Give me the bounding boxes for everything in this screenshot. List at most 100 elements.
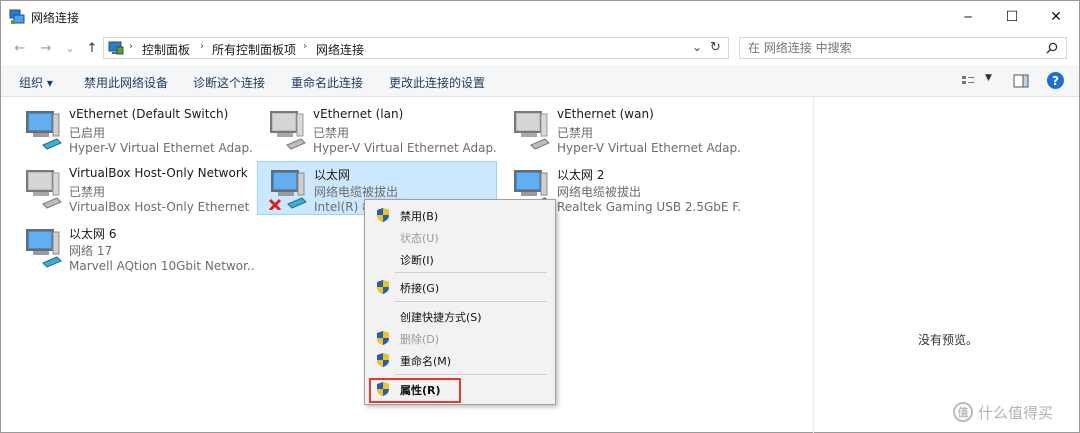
menu-item-label: 重命名(M) <box>400 355 452 368</box>
menu-separator <box>395 272 547 273</box>
menu-item-label: 桥接(G) <box>400 282 440 295</box>
menu-item-label: 创建快捷方式(S) <box>400 311 482 324</box>
watermark-logo: 值 <box>953 402 973 422</box>
menu-item-create-shortcut[interactable]: 创建快捷方式(S) <box>367 305 553 327</box>
menu-item-label: 禁用(B) <box>400 210 439 223</box>
close-button[interactable]: ✕ <box>1033 1 1079 33</box>
search-icon[interactable] <box>1046 42 1058 54</box>
connection-device: Hyper-V Virtual Ethernet Adap... <box>557 141 742 155</box>
connection-name: vEthernet (wan) <box>557 107 654 121</box>
window-title: 网络连接 <box>31 11 80 25</box>
menu-separator <box>395 301 547 302</box>
menu-item-label: 状态(U) <box>400 232 439 245</box>
network-adapter-disabled-icon <box>270 111 306 150</box>
menu-item-label: 删除(D) <box>400 333 440 346</box>
view-options-icon[interactable] <box>961 74 975 88</box>
connection-name: 以太网 <box>314 168 351 182</box>
connection-name: vEthernet (lan) <box>313 107 404 121</box>
connection-item-vethernet-default-switch[interactable]: vEthernet (Default Switch) 已启用 Hyper-V V… <box>13 103 254 157</box>
uac-shield-icon <box>377 331 389 345</box>
menu-separator <box>395 374 547 375</box>
maximize-button[interactable]: ☐ <box>989 1 1035 33</box>
address-bar[interactable]: › 控制面板 › 所有控制面板项 › 网络连接 ⌄ ↻ <box>103 37 729 59</box>
forward-button[interactable]: → <box>37 39 55 57</box>
up-arrow-icon: ↑ <box>86 40 98 56</box>
chevron-down-icon: ⌄ <box>65 41 75 55</box>
network-adapter-disabled-icon <box>514 111 550 150</box>
help-icon[interactable]: ? <box>1047 72 1064 89</box>
title-bar[interactable]: 网络连接 ─ ☐ ✕ <box>1 1 1079 33</box>
connection-name: 以太网 6 <box>69 227 117 241</box>
network-adapter-disabled-icon <box>26 170 62 209</box>
properties-highlight-box <box>369 378 461 403</box>
connection-device: Hyper-V Virtual Ethernet Adap... <box>69 141 254 155</box>
watermark-text: 什么值得买 <box>978 403 1054 422</box>
organize-menu[interactable]: 组织 ▾ <box>19 74 53 91</box>
watermark: 值 什么值得买 <box>953 401 1073 423</box>
connection-status: 网络电缆被拔出 <box>557 185 642 199</box>
uac-shield-icon <box>377 353 389 367</box>
connection-status: 已启用 <box>69 126 106 140</box>
context-menu: 禁用(B) 状态(U) 诊断(I) 桥接(G) 创建快捷方式(S) 删除(D) … <box>364 199 556 405</box>
menu-item-delete[interactable]: 删除(D) <box>367 327 553 349</box>
menu-item-bridge[interactable]: 桥接(G) <box>367 276 553 298</box>
connection-device: Realtek Gaming USB 2.5GbE F... <box>557 200 742 214</box>
menu-item-label: 诊断(I) <box>400 254 434 267</box>
breadcrumb-network-connections[interactable]: 网络连接 <box>316 41 364 58</box>
breadcrumb-separator[interactable]: › <box>200 41 204 52</box>
forward-arrow-icon: → <box>40 40 52 56</box>
connection-device: Hyper-V Virtual Ethernet Adap... <box>313 141 498 155</box>
preview-pane-icon[interactable] <box>1013 74 1029 88</box>
connection-item-virtualbox-host-only[interactable]: VirtualBox Host-Only Network 已禁用 Virtual… <box>13 162 254 216</box>
uac-shield-icon <box>377 280 389 294</box>
view-dropdown-icon[interactable]: ▼ <box>985 73 992 83</box>
network-connections-icon <box>9 9 25 24</box>
menu-item-rename[interactable]: 重命名(M) <box>367 349 553 371</box>
back-button[interactable]: ← <box>11 39 29 57</box>
connection-name: 以太网 2 <box>557 168 605 182</box>
menu-item-diagnose[interactable]: 诊断(I) <box>367 248 553 270</box>
preview-pane: 没有预览。 <box>813 97 1079 433</box>
breadcrumb-control-panel[interactable]: 控制面板 <box>142 41 190 58</box>
rename-button[interactable]: 重命名此连接 <box>291 74 363 91</box>
network-adapter-icon <box>26 229 62 268</box>
maximize-icon: ☐ <box>1005 9 1019 25</box>
control-panel-icon <box>108 41 124 55</box>
back-arrow-icon: ← <box>14 40 26 56</box>
connection-item-vethernet-lan[interactable]: vEthernet (lan) 已禁用 Hyper-V Virtual Ethe… <box>257 103 498 157</box>
connection-device: VirtualBox Host-Only Ethernet ... <box>69 200 254 214</box>
menu-item-status[interactable]: 状态(U) <box>367 226 553 248</box>
minimize-icon: ─ <box>964 10 972 24</box>
minimize-button[interactable]: ─ <box>945 1 991 33</box>
connection-status: 已禁用 <box>313 126 350 140</box>
breadcrumb-separator[interactable]: › <box>303 41 307 52</box>
breadcrumb-separator: › <box>129 41 133 52</box>
connection-status: 已禁用 <box>557 126 594 140</box>
command-bar: 组织 ▾ 禁用此网络设备 诊断这个连接 重命名此连接 更改此连接的设置 ▼ ? <box>1 65 1079 97</box>
connection-item-ethernet-6[interactable]: 以太网 6 网络 17 Marvell AQtion 10Gbit Networ… <box>13 221 254 275</box>
connection-status: 网络电缆被拔出 <box>314 185 399 199</box>
uac-shield-icon <box>377 208 389 222</box>
search-box[interactable] <box>739 37 1067 59</box>
search-input[interactable] <box>748 40 1038 56</box>
disable-device-button[interactable]: 禁用此网络设备 <box>84 74 168 91</box>
connection-device: Marvell AQtion 10Gbit Networ... <box>69 259 254 273</box>
connection-name: VirtualBox Host-Only Network <box>69 166 248 180</box>
recent-locations-button[interactable]: ⌄ <box>61 39 79 57</box>
connection-name: vEthernet (Default Switch) <box>69 107 229 121</box>
connection-status: 已禁用 <box>69 185 106 199</box>
connection-status: 网络 17 <box>69 244 113 258</box>
close-icon: ✕ <box>1050 9 1062 25</box>
up-button[interactable]: ↑ <box>83 39 101 57</box>
refresh-icon[interactable]: ↻ <box>710 40 721 55</box>
network-connections-window: 网络连接 ─ ☐ ✕ ← → ⌄ ↑ › 控制面板 › 所有控制面板项 › 网络… <box>0 0 1080 433</box>
menu-item-disable[interactable]: 禁用(B) <box>367 204 553 226</box>
address-row: ← → ⌄ ↑ › 控制面板 › 所有控制面板项 › 网络连接 ⌄ ↻ <box>1 33 1079 63</box>
network-adapter-icon <box>26 111 62 150</box>
diagnose-button[interactable]: 诊断这个连接 <box>193 74 265 91</box>
change-settings-button[interactable]: 更改此连接的设置 <box>389 74 485 91</box>
address-dropdown-icon[interactable]: ⌄ <box>692 40 702 54</box>
no-preview-text: 没有预览。 <box>918 333 979 347</box>
connection-item-vethernet-wan[interactable]: vEthernet (wan) 已禁用 Hyper-V Virtual Ethe… <box>501 103 742 157</box>
breadcrumb-all-items[interactable]: 所有控制面板项 <box>212 41 296 58</box>
